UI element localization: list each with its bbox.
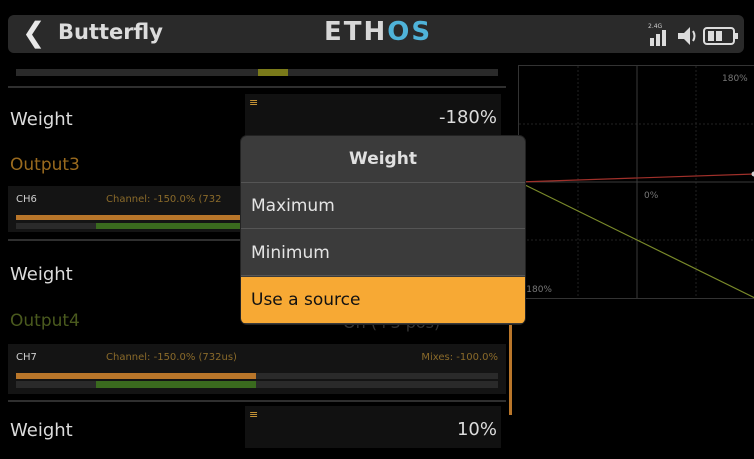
row-separator (8, 400, 506, 402)
top-header: ❮ Butterfly ETHOS 2.4G (0, 0, 754, 60)
ch7-detail: Channel: -150.0% (732us) (106, 352, 237, 363)
drag-handle-icon: ≡ (249, 408, 259, 421)
brand-logo: ETHOS (324, 17, 432, 47)
weight-value: -180% (439, 107, 497, 128)
weight-value-field[interactable]: ≡ -180% (245, 94, 501, 136)
weight-dialog: Weight Maximum Minimum Use a source (241, 136, 525, 324)
weight-label: Weight (10, 109, 73, 130)
ch7-name: CH7 (16, 352, 37, 363)
dialog-title: Weight (241, 136, 525, 183)
status-icons: 2.4G (648, 22, 740, 48)
output-bar (16, 69, 498, 76)
graph-top-label: 180% (722, 74, 748, 84)
weight-label: Weight (10, 420, 73, 441)
ch7-mixes: Mixes: -100.0% (421, 352, 498, 363)
weight-value: 10% (456, 419, 497, 440)
signal-icon: 2.4G (648, 23, 738, 46)
page-title: Butterfly (58, 20, 163, 44)
ch7-bar-orange (16, 373, 256, 379)
ch6-bar-green (96, 223, 248, 229)
ch6-detail: Channel: -150.0% (732 (106, 194, 222, 205)
rf-label: 2.4G (648, 23, 663, 30)
output4-label: Output4 (10, 311, 80, 331)
ch6-name: CH6 (16, 194, 37, 205)
output3-label: Output3 (10, 155, 80, 175)
back-chevron-icon[interactable]: ❮ (22, 18, 50, 48)
graph-bottom-label: -180% (523, 285, 552, 295)
ch7-monitor: CH7 Channel: -150.0% (732us) Mixes: -100… (8, 344, 506, 394)
graph-mid-label: 0% (644, 191, 659, 201)
weight-value-field[interactable]: ≡ 10% (245, 406, 501, 448)
row-separator (8, 86, 506, 88)
weight-label: Weight (10, 264, 73, 285)
brand-logo-part-b: OS (387, 17, 433, 47)
drag-handle-icon: ≡ (249, 96, 259, 109)
ch7-bar-green (96, 381, 256, 388)
curve-graph: 180% 0% -180% (518, 65, 754, 299)
brand-logo-part-a: ETH (324, 17, 388, 47)
option-minimum[interactable]: Minimum (241, 230, 525, 276)
curve-graph-svg: 180% 0% -180% (518, 66, 754, 299)
option-use-a-source[interactable]: Use a source (241, 277, 525, 323)
ch6-bar-orange (16, 215, 248, 220)
speaker-icon (678, 27, 690, 45)
option-maximum[interactable]: Maximum (241, 183, 525, 229)
